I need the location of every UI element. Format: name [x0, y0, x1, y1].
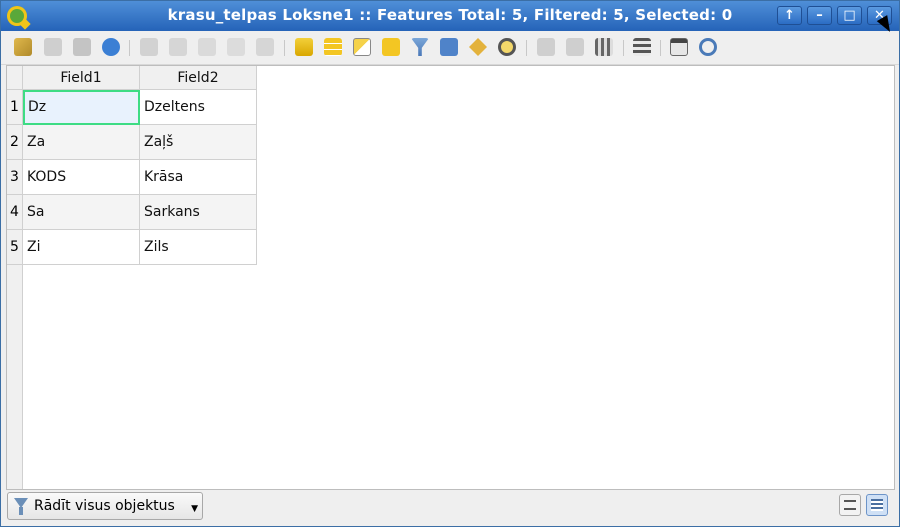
row-header-5[interactable]: 5 — [7, 230, 23, 265]
cut-icon[interactable] — [198, 38, 216, 56]
invert-selection-icon[interactable] — [353, 38, 371, 56]
toolbar-separator — [129, 40, 130, 56]
toolbar-separator — [526, 40, 527, 56]
paste-icon[interactable] — [256, 38, 274, 56]
table-cell-field1[interactable]: Za — [23, 125, 140, 160]
filter-icon — [14, 498, 28, 515]
toggle-multi-edit-icon[interactable] — [44, 38, 62, 56]
conditional-formatting-icon[interactable] — [633, 38, 651, 56]
zoom-to-selected-icon[interactable] — [498, 38, 516, 56]
deselect-all-icon[interactable] — [382, 38, 400, 56]
delete-feature-icon[interactable] — [169, 38, 187, 56]
toggle-editing-icon[interactable] — [14, 38, 32, 56]
table-cell-field2[interactable]: Dzeltens — [140, 90, 257, 125]
row-header-empty-area — [7, 265, 23, 489]
form-view-button[interactable] — [839, 494, 861, 516]
add-feature-icon[interactable] — [140, 38, 158, 56]
select-all-icon[interactable] — [324, 38, 342, 56]
row-header-4[interactable]: 4 — [7, 195, 23, 230]
new-field-icon[interactable] — [537, 38, 555, 56]
table-cell-field2[interactable]: Zaļš — [140, 125, 257, 160]
attribute-table[interactable]: Field1 Field2 1 Dz Dzeltens 2 Za Zaļš 3 … — [6, 65, 895, 490]
title-bar[interactable]: krasu_telpas Loksne1 :: Features Total: … — [1, 1, 899, 31]
attribute-table-window: krasu_telpas Loksne1 :: Features Total: … — [0, 0, 900, 527]
row-header-1[interactable]: 1 — [7, 90, 23, 125]
table-view-icon — [871, 499, 883, 511]
save-edits-icon[interactable] — [73, 38, 91, 56]
actions-icon[interactable] — [699, 38, 717, 56]
table-cell-field1[interactable]: Zi — [23, 230, 140, 265]
table-cell-field1[interactable]: Dz — [23, 90, 140, 125]
table-cell-field2[interactable]: Sarkans — [140, 195, 257, 230]
pan-to-selected-icon[interactable] — [469, 38, 487, 56]
dropdown-arrow-icon: ▼ — [191, 504, 198, 514]
status-bar: Rādīt visus objektus ▼ — [1, 490, 899, 526]
column-header-field2[interactable]: Field2 — [140, 66, 257, 90]
filter-select-icon[interactable] — [411, 38, 429, 56]
table-view-button[interactable] — [866, 494, 888, 516]
form-view-icon — [844, 500, 856, 510]
table-cell-field2[interactable]: Krāsa — [140, 160, 257, 195]
minimize-icon: – — [816, 8, 823, 23]
filter-label: Rādīt visus objektus — [34, 498, 175, 514]
table-cell-field2[interactable]: Zils — [140, 230, 257, 265]
dock-icon[interactable] — [670, 38, 688, 56]
maximize-button[interactable]: □ — [837, 6, 862, 25]
row-header-2[interactable]: 2 — [7, 125, 23, 160]
minimize-button[interactable]: – — [807, 6, 832, 25]
table-cell-field1[interactable]: KODS — [23, 160, 140, 195]
toolbar-separator — [660, 40, 661, 56]
row-header-3[interactable]: 3 — [7, 160, 23, 195]
reload-icon[interactable] — [102, 38, 120, 56]
select-by-expression-icon[interactable] — [295, 38, 313, 56]
field-calculator-icon[interactable] — [595, 38, 613, 56]
toolbar-separator — [284, 40, 285, 56]
move-selection-to-top-icon[interactable] — [440, 38, 458, 56]
table-corner[interactable] — [7, 66, 23, 90]
window-title: krasu_telpas Loksne1 :: Features Total: … — [167, 6, 733, 24]
toolbar-separator — [623, 40, 624, 56]
maximize-icon: □ — [843, 8, 856, 23]
up-arrow-button[interactable]: ↑ — [777, 6, 802, 25]
table-cell-field1[interactable]: Sa — [23, 195, 140, 230]
delete-field-icon[interactable] — [566, 38, 584, 56]
up-arrow-icon: ↑ — [784, 8, 795, 23]
copy-icon[interactable] — [227, 38, 245, 56]
column-header-field1[interactable]: Field1 — [23, 66, 140, 90]
toolbar — [1, 32, 899, 65]
feature-filter-dropdown[interactable]: Rādīt visus objektus ▼ — [7, 492, 203, 520]
